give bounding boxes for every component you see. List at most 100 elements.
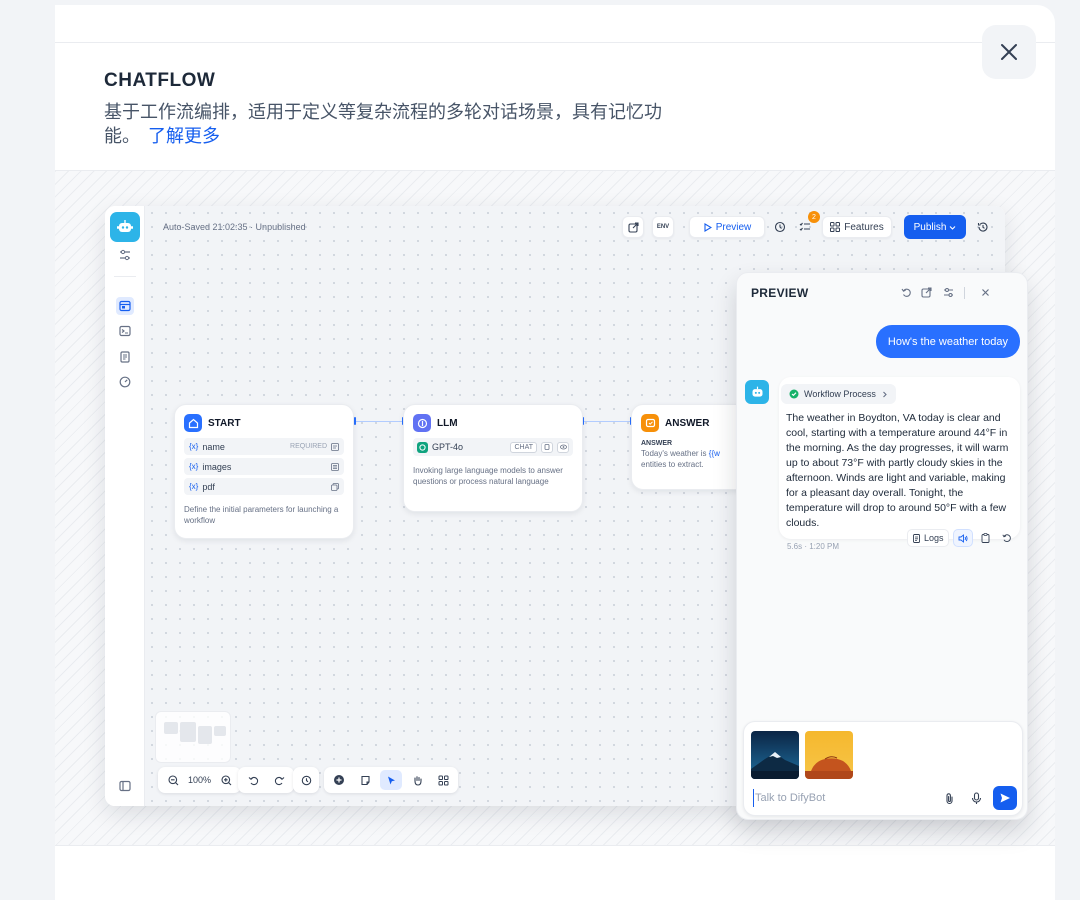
voice-input-button[interactable] [968,790,984,806]
file-copy-icon [331,482,339,491]
attached-image-desert[interactable] [805,731,853,779]
undo-redo-controls [238,767,294,793]
rail-terminal-icon[interactable] [116,322,134,340]
send-button[interactable] [993,786,1017,810]
logs-label: Logs [924,533,944,543]
workflow-process-toggle[interactable]: Workflow Process [781,384,896,404]
refresh-icon [901,288,911,297]
undo-button[interactable] [242,770,264,790]
restart-button[interactable] [899,285,913,299]
history-controls [293,767,319,793]
speaker-icon [958,533,968,543]
var-name-label: name [202,441,225,452]
bot-avatar [745,380,769,404]
open-external-button[interactable] [919,285,933,299]
start-output-handle[interactable] [354,417,356,425]
llm-node-description: Invoking large language models to answer… [413,466,563,486]
chat-input-box [743,721,1023,816]
chevron-down-icon [950,225,956,230]
edge-llm-answer [583,421,631,422]
modal-top-divider [55,42,1055,43]
rail-logs-icon[interactable] [116,348,134,366]
answer-icon [641,414,659,432]
add-note-button[interactable] [354,770,376,790]
play-icon [704,222,712,232]
attached-image-mountain[interactable] [751,731,799,779]
template-title: CHATFLOW [104,70,216,91]
zoom-out-icon [167,774,178,785]
minimap[interactable] [155,711,231,763]
undo-icon [248,776,258,785]
zoom-out-button[interactable] [162,770,184,790]
publish-button[interactable]: Publish [904,215,966,239]
text-field-icon [331,442,339,451]
refresh-icon [1001,534,1011,542]
rail-divider [114,276,136,277]
answer-variable-ref: {{w [708,449,720,458]
plus-circle-icon [334,775,344,785]
edge-start-llm [355,421,403,422]
openai-icon [417,441,428,453]
features-icon [830,222,841,232]
features-button[interactable]: Features [822,216,892,238]
external-link-icon [920,286,932,298]
robot-icon [752,386,762,397]
read-aloud-button[interactable] [952,529,973,547]
close-button[interactable] [982,25,1036,79]
panel-tool-divider [964,287,965,299]
panel-close-button[interactable] [978,285,992,299]
rail-monitor-icon[interactable] [116,373,134,391]
learn-more-link[interactable]: 了解更多 [148,126,220,146]
history-icon [301,775,311,785]
publish-label: Publish [913,221,947,233]
checklist-badge: 2 [808,211,820,223]
copy-button[interactable] [977,529,994,547]
features-label: Features [844,221,884,233]
llm-model-row[interactable]: GPT-4o CHAT [413,438,573,456]
hand-mode-button[interactable] [406,770,428,790]
variables-button[interactable] [941,285,955,299]
rail-orchestrate-icon[interactable] [116,297,134,315]
user-message: How's the weather today [875,325,1020,358]
start-var-images: {x} images [184,458,344,475]
chat-message-input[interactable] [753,789,928,807]
robot-icon [117,220,133,232]
close-icon [981,288,989,296]
rail-settings-icon[interactable] [116,246,134,264]
preview-button[interactable]: Preview [689,216,765,238]
pointer-mode-button[interactable] [380,770,402,790]
start-node[interactable]: START {x} name REQUIRED {x} images {x} p… [174,404,354,539]
rail-collapse-icon[interactable] [116,777,134,795]
workflow-process-label: Workflow Process [804,389,876,399]
var-pdf-label: pdf [202,481,215,492]
message-actions: Logs [907,528,1016,548]
organize-button[interactable] [432,770,454,790]
preview-panel-title: PREVIEW [751,286,809,300]
vision-eye-icon [557,441,569,453]
logs-button[interactable]: Logs [907,529,949,547]
answer-text-suffix: entities to extract. [641,460,704,469]
share-icon [627,221,639,233]
regenerate-button[interactable] [998,529,1016,547]
run-history-button[interactable] [769,216,791,238]
capability-icon [541,441,553,453]
left-rail [105,206,145,806]
change-history-button[interactable] [295,770,317,790]
bot-message-card: Workflow Process The weather in Boydton,… [779,377,1020,539]
zoom-in-button[interactable] [215,770,237,790]
llm-node[interactable]: LLM GPT-4o CHAT Invoking large language … [403,404,583,512]
redo-button[interactable] [268,770,290,790]
send-icon [1000,793,1010,803]
version-history-button[interactable] [973,216,993,238]
share-button[interactable] [622,216,644,238]
zoom-level[interactable]: 100% [188,775,211,785]
answer-node-title: ANSWER [665,417,710,429]
add-node-button[interactable] [328,770,350,790]
redo-icon [274,776,284,785]
bot-message-text: The weather in Boydton, VA today is clea… [786,412,1009,529]
app-logo[interactable] [110,212,140,242]
env-label: ENV [656,224,670,230]
env-button[interactable]: ENV [652,216,674,238]
microphone-icon [971,791,981,804]
attach-file-button[interactable] [941,790,957,806]
